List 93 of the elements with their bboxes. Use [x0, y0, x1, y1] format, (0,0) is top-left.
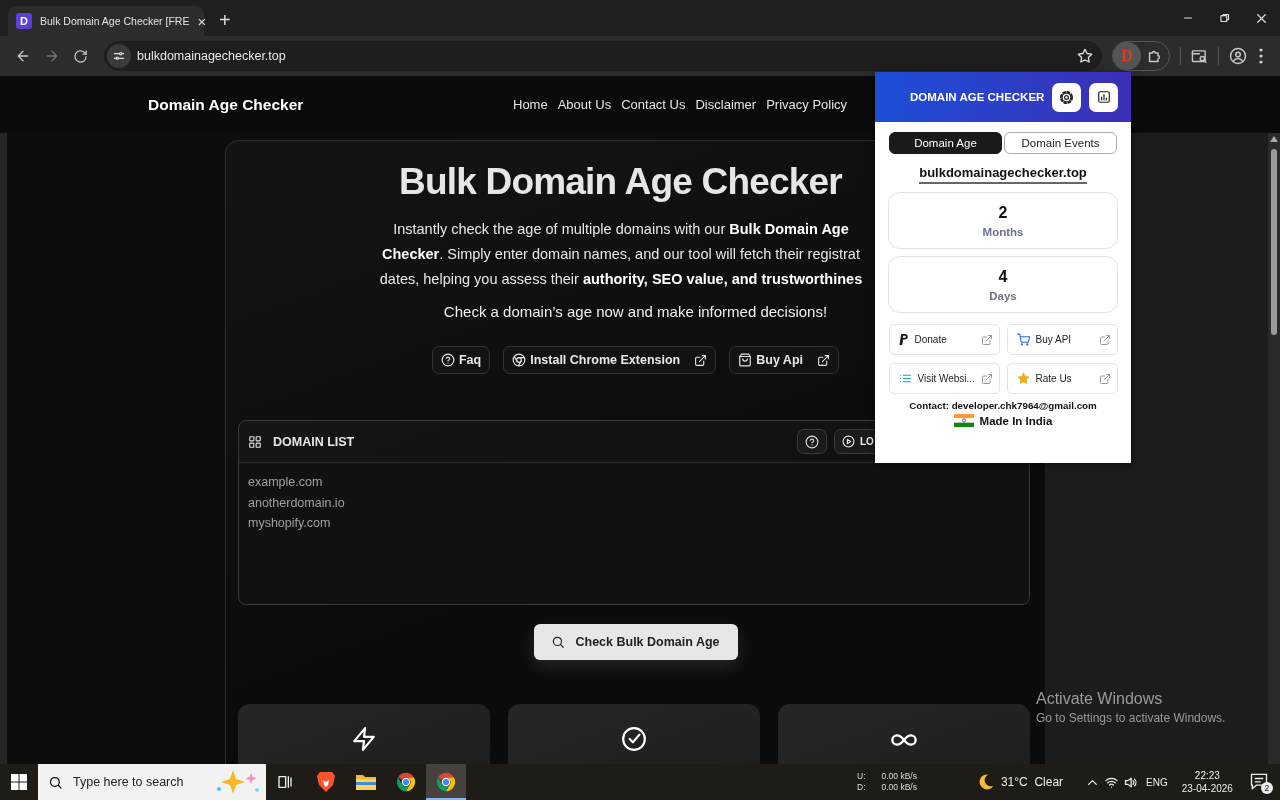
flag-icon	[953, 414, 974, 427]
activation-title: Activate Windows	[1036, 690, 1164, 708]
external-link-icon	[694, 353, 708, 367]
address-bar[interactable]: bulkdomainagechecker.top	[104, 41, 1102, 71]
reload-icon	[73, 48, 88, 64]
clock-date[interactable]: 23-04-2026	[1181, 782, 1233, 795]
search-icon	[551, 635, 566, 649]
new-tab-button[interactable]: +	[213, 8, 237, 33]
weather-text[interactable]: 31°C Clear	[1000, 775, 1064, 789]
url-text: bulkdomainagechecker.top	[137, 49, 286, 63]
bookmark-star-icon	[1077, 48, 1093, 64]
intro-text-line: Instantly check the age of multiple domains with our Bulk Domain Age	[392, 220, 850, 239]
hero-link-button[interactable]: Buy Api	[729, 346, 839, 374]
clock-time[interactable]: 22:23	[1181, 769, 1233, 782]
menu-icon[interactable]	[1259, 48, 1263, 64]
hero-link-button[interactable]: Faq	[432, 346, 491, 374]
list-icon	[898, 372, 912, 385]
popup-link-button[interactable]: Rate Us	[1006, 363, 1118, 394]
help-button[interactable]	[797, 429, 827, 454]
chrome-icon	[435, 771, 457, 793]
nav-link[interactable]: Disclaimer	[695, 97, 757, 112]
task-view-icon	[277, 774, 293, 790]
tab-search-icon	[1191, 47, 1208, 65]
intro-text-line: dates, helping you assess their authority, SEO value, and trustworthines	[378, 270, 864, 289]
cart-icon	[1016, 333, 1030, 346]
paypal-icon	[898, 334, 909, 345]
site-brand[interactable]: Domain Age Checker	[148, 95, 513, 114]
site-settings-icon	[112, 49, 126, 63]
nav-link[interactable]: Home	[513, 97, 548, 112]
net-label: U:	[857, 771, 866, 782]
help-icon	[805, 434, 819, 449]
taskbar-app[interactable]	[426, 764, 466, 800]
net-speed: 0.00 kB/s	[881, 782, 917, 793]
stat-value: 2	[998, 203, 1008, 222]
external-link-icon	[817, 353, 830, 367]
taskbar-search-field[interactable]: Type here to search	[38, 764, 266, 800]
external-link-icon	[980, 372, 993, 385]
language-indicator[interactable]: ENG	[1146, 776, 1168, 788]
stat-unit: Days	[989, 289, 1017, 302]
activation-subtitle: Go to Settings to activate Windows.	[1036, 711, 1226, 725]
lion-icon	[316, 771, 336, 793]
chrome-icon	[395, 771, 417, 793]
settings-button[interactable]	[1052, 82, 1081, 112]
intro-text-line: Checker. Simply enter domain names, and our tool will fetch their registrat	[381, 245, 861, 264]
chart-button[interactable]	[1089, 82, 1118, 112]
external-link-icon	[1098, 372, 1111, 385]
tagline: Check a domain’s age now and make informed decisions!	[443, 302, 828, 322]
search-input[interactable]: Type here to search	[71, 774, 205, 790]
browser-tab[interactable]: D Bulk Domain Age Checker [FRE ×	[8, 6, 204, 36]
play-icon	[842, 435, 855, 448]
check-button[interactable]: Check Bulk Domain Age	[533, 624, 738, 660]
help-icon	[441, 353, 455, 367]
tab-title: Bulk Domain Age Checker [FRE	[40, 15, 190, 27]
profile-icon	[1229, 47, 1247, 65]
search-icon	[48, 774, 63, 790]
windows-logo-icon[interactable]	[11, 774, 27, 790]
external-link-icon	[980, 333, 993, 346]
nav-link[interactable]: About Us	[557, 97, 612, 112]
popup-tab[interactable]: Domain Events	[1004, 132, 1117, 154]
notification-count: 2	[1260, 782, 1273, 794]
grid-icon	[248, 434, 262, 449]
popup-title: DOMAIN AGE CHECKER	[910, 91, 1045, 103]
popup-link-button[interactable]: Visit Websi...	[888, 363, 1000, 394]
folder-icon	[355, 772, 377, 792]
check-circle-icon	[621, 726, 647, 752]
star-icon	[1016, 372, 1030, 385]
bolt-icon	[351, 726, 377, 752]
panel-title: DOMAIN LIST	[273, 434, 355, 449]
scrollbar-thumb[interactable]	[1271, 149, 1277, 335]
popup-link-button[interactable]: Buy API	[1006, 324, 1118, 355]
nav-link[interactable]: Contact Us	[621, 97, 686, 112]
external-link-icon	[1098, 333, 1111, 346]
domain-list-field[interactable]: example.com anotherdomain.io myshopify.com	[239, 463, 1029, 604]
restore-icon	[1217, 11, 1232, 25]
tab-close-button[interactable]: ×	[197, 12, 207, 30]
stat-unit: Months	[982, 225, 1024, 238]
domain-name: bulkdomainagechecker.top	[919, 165, 1087, 184]
net-label: D:	[857, 782, 866, 793]
scroll-up-icon[interactable]	[1270, 136, 1278, 142]
hero-link-button[interactable]: Install Chrome Extension	[503, 346, 717, 374]
settings-icon	[1059, 89, 1074, 105]
chart-icon	[1096, 90, 1111, 104]
popup-tab[interactable]: Domain Age	[889, 132, 1002, 154]
nav-link[interactable]: Privacy Policy	[766, 97, 848, 112]
chrome-icon	[512, 353, 527, 367]
stat-value: 4	[998, 267, 1008, 286]
net-speed: 0.00 kB/s	[881, 771, 917, 782]
hero-title: Bulk Domain Age Checker	[399, 160, 842, 204]
favicon: D	[16, 13, 32, 29]
contact-text: Contact: developer.chk7964@gmail.com	[909, 400, 1097, 411]
notification-icon[interactable]	[1248, 771, 1269, 791]
bag-icon	[738, 353, 753, 367]
popup-link-button[interactable]: Donate	[888, 324, 1000, 355]
